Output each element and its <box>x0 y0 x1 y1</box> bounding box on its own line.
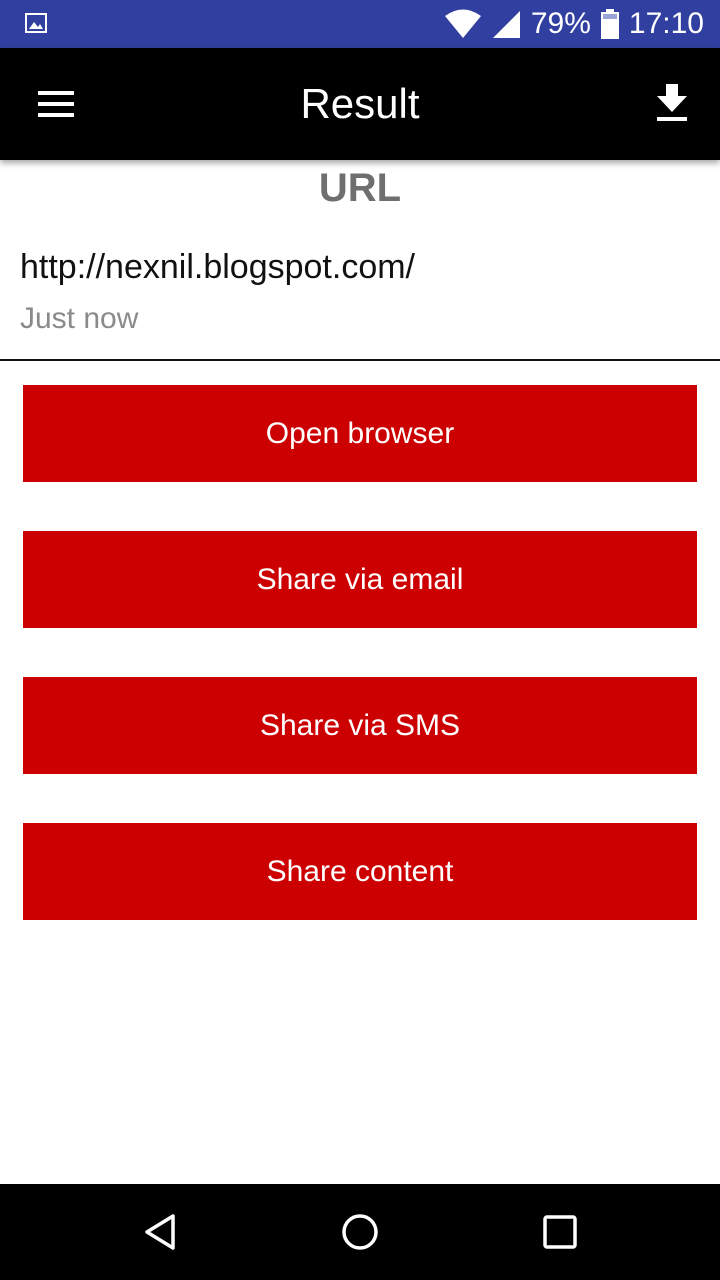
back-icon[interactable] <box>140 1212 180 1252</box>
battery-icon <box>600 9 619 39</box>
result-type-heading: URL <box>318 166 402 210</box>
wifi-icon <box>444 9 481 38</box>
download-icon[interactable] <box>656 84 688 122</box>
share-content-button[interactable]: Share content <box>23 823 697 920</box>
divider <box>0 359 720 361</box>
share-email-button[interactable]: Share via email <box>23 531 697 628</box>
battery-percent: 79% <box>530 7 591 40</box>
menu-icon[interactable] <box>38 90 74 118</box>
app-bar: Result <box>0 48 720 160</box>
share-sms-button[interactable]: Share via SMS <box>23 677 697 774</box>
recents-icon[interactable] <box>540 1212 580 1252</box>
result-timestamp: Just now <box>20 302 139 335</box>
status-time: 17:10 <box>628 7 704 40</box>
navigation-bar <box>0 1184 720 1280</box>
page-title: Result <box>300 80 420 127</box>
home-icon[interactable] <box>340 1212 380 1252</box>
signal-icon <box>492 11 520 38</box>
gallery-icon <box>25 13 47 33</box>
result-url: http://nexnil.blogspot.com/ <box>20 248 416 286</box>
status-bar: 79% 17:10 <box>0 0 720 48</box>
open-browser-button[interactable]: Open browser <box>23 385 697 482</box>
